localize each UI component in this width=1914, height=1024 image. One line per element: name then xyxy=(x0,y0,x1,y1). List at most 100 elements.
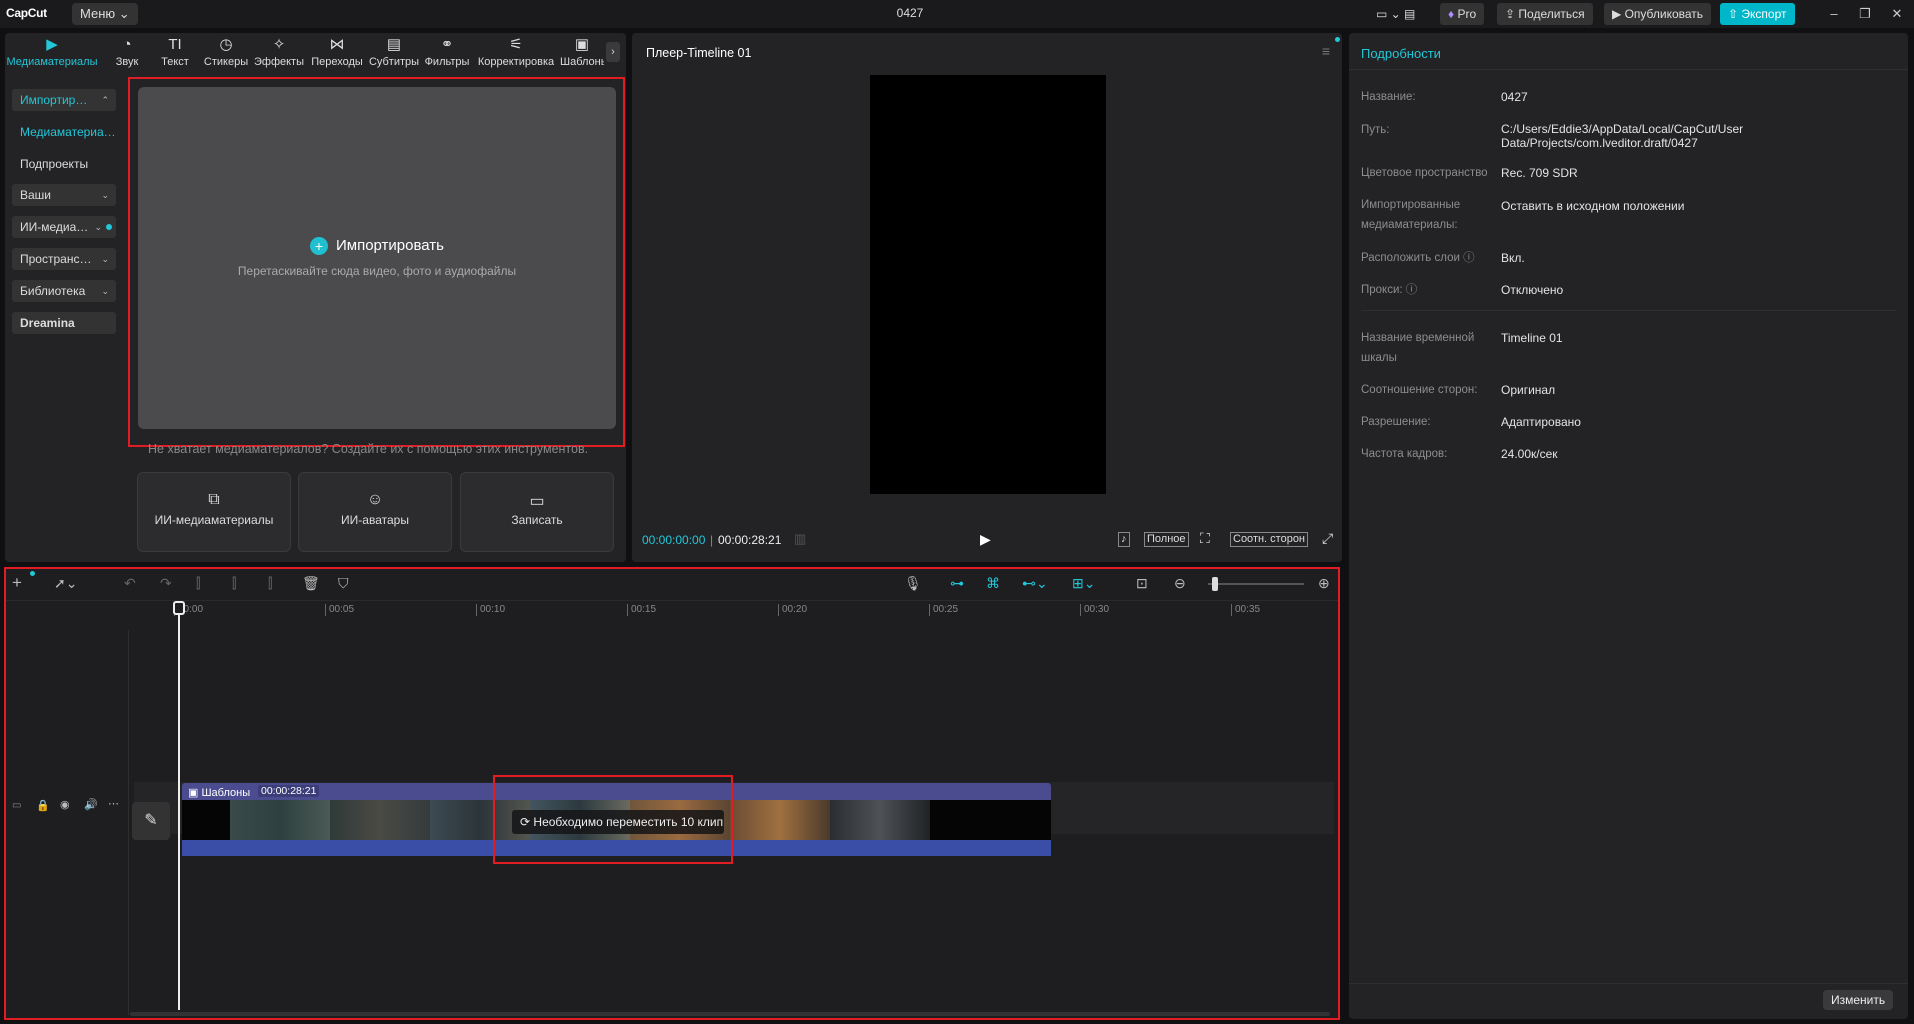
tab-adjust[interactable]: ⚟ Корректировка xyxy=(476,28,556,74)
close-icon[interactable]: ✕ xyxy=(1887,4,1907,24)
zoom-slider[interactable] xyxy=(1208,583,1304,585)
delete-icon[interactable]: 🗑 xyxy=(302,575,320,592)
split-right-icon[interactable]: ⫿ xyxy=(268,575,272,592)
tab-label: Звук xyxy=(115,56,139,68)
clip-label: ▣ Шаблоны xyxy=(188,786,250,799)
more-icon[interactable]: ⋯ xyxy=(108,797,119,810)
pro-label: Pro xyxy=(1457,7,1477,21)
tab-text[interactable]: TI Текст xyxy=(158,28,192,74)
caption-icon[interactable]: ⊡ xyxy=(1136,575,1148,592)
select-cursor-icon[interactable]: ➚⌄ xyxy=(54,575,77,592)
layout-icon[interactable]: ▭ ⌄ ▤ xyxy=(1368,3,1423,25)
timeline-panel: + ➚⌄ ↶ ↷ ⫿ ⫿ ⫿ 🗑 ⛉ 🎙 ⊶ ⌘ ⊷⌄ ⊞⌄ ⊡ ⊖ ⊕ 00:… xyxy=(6,568,1339,1019)
zoom-in-icon[interactable]: ⊕ xyxy=(1318,575,1330,592)
zoom-fit-icon[interactable]: ⛶ xyxy=(1200,530,1210,547)
sidebar-item-library[interactable]: Библиотека ⌄ xyxy=(12,280,116,302)
sidebar-item-label: Импортир… xyxy=(20,93,88,107)
detail-label: Импортированные медиаматериалы: xyxy=(1361,199,1461,231)
aspect-ratio-button[interactable]: Соотн. сторон xyxy=(1230,532,1309,547)
split-left-icon[interactable]: ⫿ xyxy=(232,575,236,592)
video-preview[interactable] xyxy=(870,75,1106,494)
eye-icon[interactable]: ◉ xyxy=(60,798,70,811)
split-icon[interactable]: ⫿ xyxy=(196,575,200,592)
tiktok-icon[interactable]: ♪ xyxy=(1118,532,1130,547)
tab-transitions[interactable]: ⋈ Переходы xyxy=(310,28,364,74)
speaker-icon[interactable]: 🔊 xyxy=(84,798,98,811)
sidebar-item-media[interactable]: Медиаматериа… xyxy=(12,121,116,143)
ai-media-card[interactable]: ⧉ ИИ-медиаматериалы xyxy=(137,472,291,552)
shield-icon[interactable]: ⛉ xyxy=(338,575,349,592)
full-quality-button[interactable]: Полное xyxy=(1144,532,1189,547)
cover-icon[interactable]: ▭ xyxy=(12,800,21,811)
minimize-icon[interactable]: – xyxy=(1824,4,1844,24)
timeline-scrollbar[interactable] xyxy=(130,1012,1330,1016)
link-clips-icon[interactable]: ⊶ xyxy=(950,575,964,592)
sidebar-item-dreamina[interactable]: Dreamina xyxy=(12,312,116,334)
ai-media-icon: ⧉ xyxy=(208,491,220,508)
move-clips-message[interactable]: ⟳ Необходимо переместить 10 клип xyxy=(512,810,724,834)
tab-label: Эффекты xyxy=(254,56,305,68)
zoom-slider-handle[interactable] xyxy=(1212,577,1218,591)
magnet-icon[interactable]: ⌘ xyxy=(986,575,1000,592)
edit-pen-icon[interactable]: ✎ xyxy=(132,802,170,840)
play-button[interactable]: ▶ xyxy=(980,531,991,548)
tab-templates[interactable]: ▣ Шаблоны xyxy=(560,28,604,74)
clip-thumbnail xyxy=(730,800,830,840)
upload-icon: ⇧ xyxy=(1728,7,1739,21)
fullscreen-icon[interactable]: ⤢ xyxy=(1322,530,1333,547)
link-icon[interactable]: ⊷⌄ xyxy=(1022,575,1048,592)
new-dot-icon xyxy=(106,224,112,230)
menu-button[interactable]: Меню ⌄ xyxy=(72,3,138,25)
zoom-out-icon[interactable]: ⊖ xyxy=(1174,575,1186,592)
details-title: Подробности xyxy=(1361,46,1441,61)
sidebar-item-subprojects[interactable]: Подпроекты xyxy=(12,153,116,175)
detail-label: Прокси: ⓘ xyxy=(1361,284,1418,296)
detail-label: Соотношение сторон: xyxy=(1361,384,1478,396)
preview-axis-icon[interactable]: ⊞⌄ xyxy=(1072,575,1095,592)
detail-label: Название: xyxy=(1361,91,1416,103)
sidebar-item-import[interactable]: Импортир… ⌃ xyxy=(12,89,116,111)
playhead[interactable] xyxy=(178,602,180,1010)
media-icon: ▶ xyxy=(46,36,58,53)
tab-stickers[interactable]: ◷ Стикеры xyxy=(202,28,250,74)
sidebar-item-spaces[interactable]: Пространс… ⌄ xyxy=(12,248,116,270)
ai-avatar-card[interactable]: ☺ ИИ-аватары xyxy=(298,472,452,552)
total-time: 00:00:28:21 xyxy=(718,533,782,547)
chevron-down-icon: ⌄ xyxy=(94,222,102,232)
tab-subtitles[interactable]: ▤ Субтитры xyxy=(368,28,420,74)
import-drop-zone[interactable]: + Импортировать Перетаскивайте сюда видео… xyxy=(138,87,616,429)
sidebar-item-ai-media[interactable]: ИИ-медиа… ⌄ xyxy=(12,216,116,238)
tab-filters[interactable]: ⚭ Фильтры xyxy=(424,28,470,74)
playhead-handle[interactable] xyxy=(173,601,185,615)
hamburger-menu-icon[interactable]: ≡ xyxy=(1322,43,1330,59)
tab-media[interactable]: ▶ Медиаматериалы xyxy=(6,28,98,74)
timecode-grid-icon[interactable]: ▥ xyxy=(794,531,806,547)
sidebar-item-yours[interactable]: Ваши ⌄ xyxy=(12,184,116,206)
time-ruler[interactable]: 00:00 00:05 00:10 00:15 00:20 00:25 00:3… xyxy=(174,604,1334,620)
redo-icon[interactable]: ↷ xyxy=(160,575,172,592)
export-label: Экспорт xyxy=(1741,7,1787,21)
ruler-tick: 00:05 xyxy=(325,604,354,616)
ai-avatar-icon: ☺ xyxy=(366,491,384,508)
template-icon: ▣ xyxy=(188,787,199,799)
pro-button[interactable]: ♦ Pro xyxy=(1440,3,1485,25)
ruler-tick: 00:30 xyxy=(1080,604,1109,616)
lock-icon[interactable]: 🔒 xyxy=(36,799,50,812)
publish-button[interactable]: ▶ Опубликовать xyxy=(1604,3,1712,25)
undo-icon[interactable]: ↶ xyxy=(124,575,136,592)
publish-label: Опубликовать xyxy=(1624,7,1704,21)
share-button[interactable]: ⇪ Поделиться xyxy=(1497,3,1593,25)
microphone-icon[interactable]: 🎙 xyxy=(904,575,922,592)
edit-button[interactable]: Изменить xyxy=(1823,990,1894,1010)
clip-name: Шаблоны xyxy=(201,787,251,799)
tab-effects[interactable]: ✧ Эффекты xyxy=(254,28,304,74)
detail-value: Rec. 709 SDR xyxy=(1501,166,1578,180)
restore-icon[interactable]: ❐ xyxy=(1855,4,1875,24)
add-track-icon[interactable]: + xyxy=(12,573,22,593)
chevron-down-icon: ⌄ xyxy=(101,286,109,296)
export-button[interactable]: ⇧ Экспорт xyxy=(1720,3,1795,25)
import-button[interactable]: + Импортировать xyxy=(138,237,616,256)
tab-audio[interactable]: ◔ Звук xyxy=(110,28,144,74)
record-card[interactable]: ▭ Записать xyxy=(460,472,614,552)
tabs-scroll-right-icon[interactable]: › xyxy=(606,42,620,62)
